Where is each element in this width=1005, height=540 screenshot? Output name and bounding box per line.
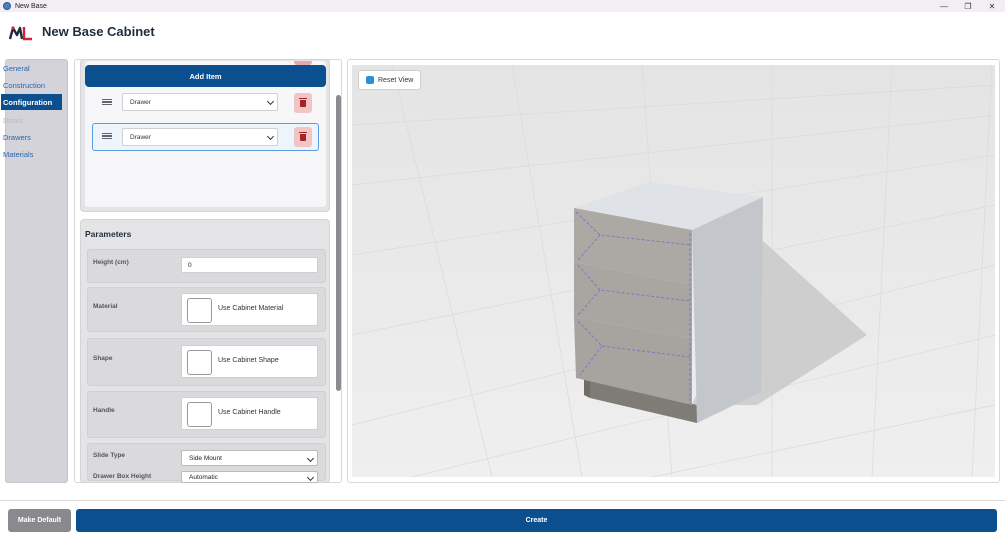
material-value: Use Cabinet Material [218,305,284,312]
footer-divider [0,500,1005,501]
make-default-button[interactable]: Make Default [8,509,71,532]
drawer-box-height-select[interactable]: Automatic [181,471,318,483]
panel-scrollbar[interactable] [336,95,341,391]
material-picker[interactable]: Use Cabinet Material [181,293,318,326]
sidebar-item-configuration[interactable]: Configuration [1,94,62,110]
handle-label: Handle [93,407,115,414]
shape-value: Use Cabinet Shape [218,357,279,364]
material-label: Material [93,303,118,310]
drawer-box-height-value: Automatic [189,474,218,481]
shape-label: Shape [93,355,113,362]
height-label: Height (cm) [93,259,129,266]
chevron-down-icon [266,132,275,141]
chevron-down-icon [306,473,315,482]
sidebar-item-drawers[interactable]: Drawers [1,129,62,145]
list-item-drawer-selected[interactable]: Drawer [92,123,319,151]
drag-handle-icon[interactable] [102,99,112,105]
shape-picker[interactable]: Use Cabinet Shape [181,345,318,378]
list-item-drawer[interactable]: Drawer [92,89,319,117]
minimize-button[interactable]: — [932,0,956,12]
maximize-button[interactable]: ❐ [956,0,980,12]
shape-swatch[interactable] [187,350,212,375]
trash-icon [299,97,307,107]
app-icon [3,2,11,10]
slide-type-value: Side Mount [189,454,222,462]
trash-icon [299,131,307,141]
item-type-select[interactable]: Drawer [122,128,278,146]
window-titlebar: New Base — ❐ ✕ [0,0,1005,12]
material-swatch[interactable] [187,298,212,323]
slide-type-select[interactable]: Side Mount [181,450,318,466]
height-input[interactable]: 0 [181,257,318,273]
delete-item-button[interactable] [294,127,312,147]
create-button[interactable]: Create [76,509,997,532]
sidebar-item-construction[interactable]: Construction [1,77,62,93]
delete-item-button[interactable] [294,93,312,113]
chevron-down-icon [266,97,275,106]
cabinet-3d-scene [352,65,995,477]
close-button[interactable]: ✕ [980,0,1004,12]
handle-swatch[interactable] [187,402,212,427]
drag-handle-icon[interactable] [102,133,112,139]
chevron-down-icon [306,454,315,463]
window-title: New Base [15,2,47,10]
reset-view-button[interactable]: Reset View [358,70,421,90]
add-item-button[interactable]: Add Item [85,65,326,87]
3d-viewport[interactable] [352,65,995,477]
slide-type-label: Slide Type [93,452,126,459]
handle-value: Use Cabinet Handle [218,409,281,416]
reset-view-icon [366,76,374,84]
sidebar-item-doors: Doors [3,115,24,125]
page-title: New Base Cabinet [42,24,155,39]
reset-view-label: Reset View [378,76,414,84]
handle-picker[interactable]: Use Cabinet Handle [181,397,318,430]
item-type-value: Drawer [130,133,151,141]
item-type-value: Drawer [130,98,151,106]
sidebar-item-materials[interactable]: Materials [1,146,62,162]
item-type-select[interactable]: Drawer [122,93,278,111]
ml-logo-icon [9,26,32,41]
drawer-box-height-label: Drawer Box Height [93,473,152,480]
sidebar-item-general[interactable]: General [1,60,62,76]
parameters-title: Parameters [85,229,132,239]
